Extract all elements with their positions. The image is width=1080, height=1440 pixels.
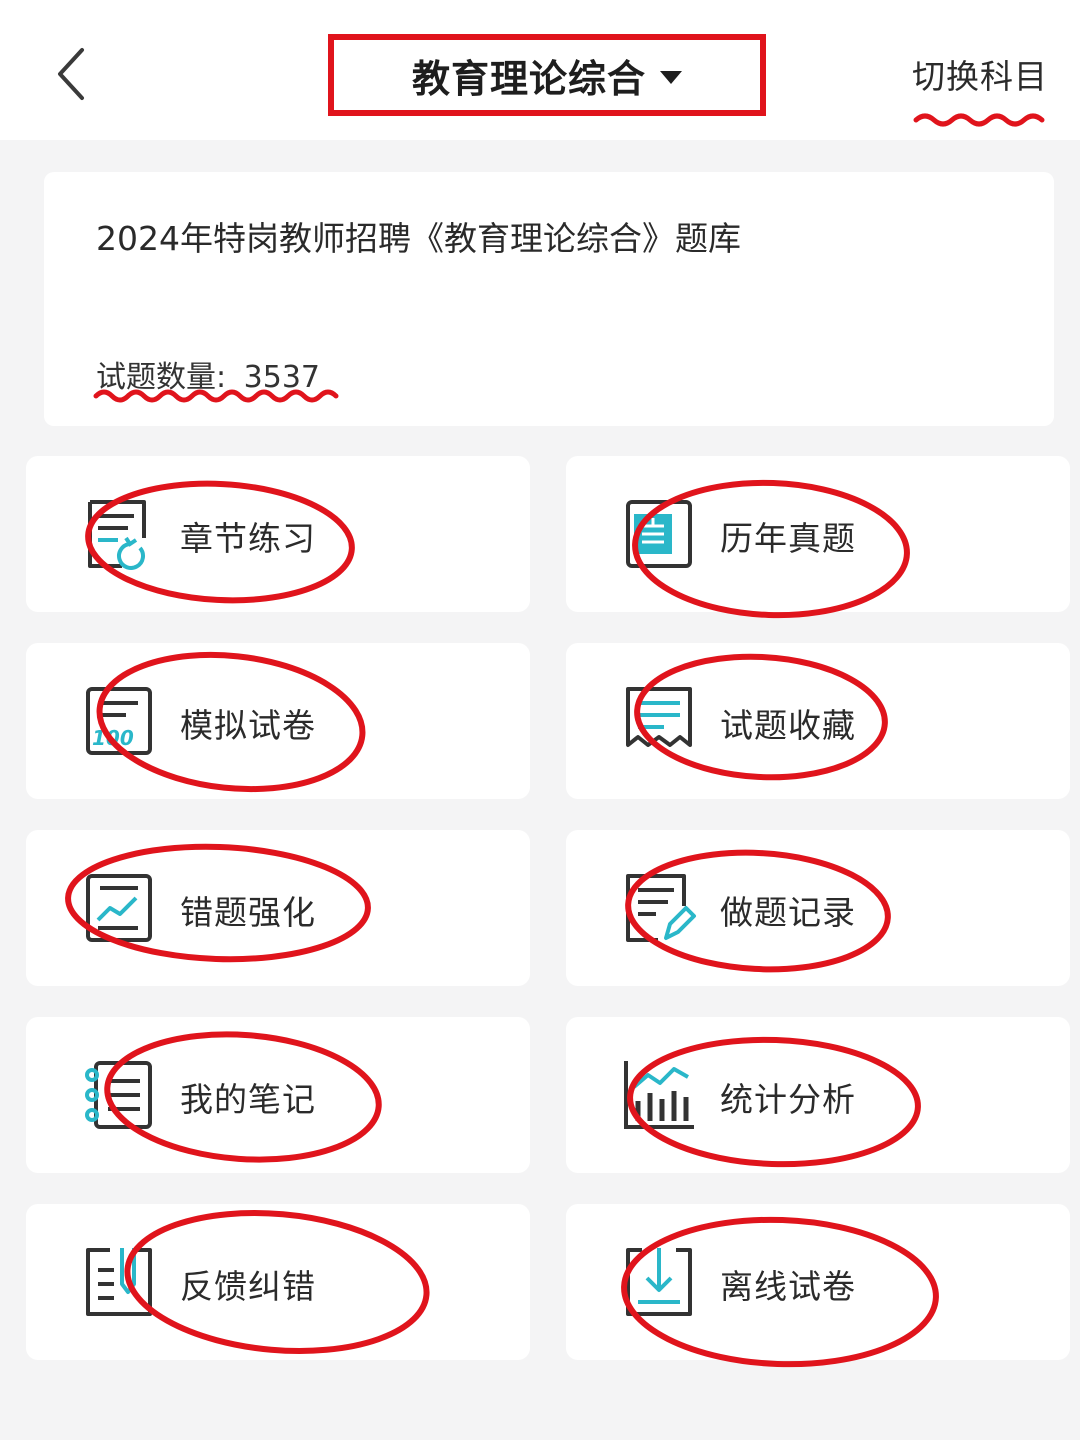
menu-label: 反馈纠错 — [180, 1267, 316, 1306]
notes-icon — [85, 1061, 152, 1129]
menu-label: 历年真题 — [720, 519, 856, 558]
menu-label: 统计分析 — [720, 1080, 856, 1119]
statistics-icon — [624, 1061, 694, 1129]
chevron-left-icon — [58, 48, 84, 100]
feedback-icon — [86, 1248, 152, 1316]
menu-label: 错题强化 — [180, 893, 316, 932]
menu-past-exams[interactable]: 历年真题 — [566, 456, 1070, 619]
menu-label: 试题收藏 — [720, 706, 856, 745]
menu-label: 章节练习 — [180, 519, 316, 558]
wrong-questions-icon — [86, 874, 152, 942]
underline-annotation — [913, 113, 1045, 127]
caret-down-icon — [660, 70, 682, 84]
menu-wrong-questions[interactable]: 错题强化 — [26, 830, 530, 986]
menu-chapter-practice[interactable]: 章节练习 — [26, 456, 530, 612]
menu-offline-exams[interactable]: 离线试卷 — [566, 1204, 1070, 1368]
menu-statistics[interactable]: 统计分析 — [566, 1017, 1070, 1173]
question-count: 试题数量: 3537 — [93, 352, 339, 403]
chapter-practice-icon — [88, 500, 146, 570]
menu-practice-records[interactable]: 做题记录 — [566, 830, 1070, 986]
menu-my-notes[interactable]: 我的笔记 — [26, 1017, 530, 1173]
bank-title: 2024年特岗教师招聘《教育理论综合》题库 — [96, 219, 741, 258]
menu-label: 离线试卷 — [720, 1267, 856, 1306]
switch-subject-button[interactable]: 切换科目 — [912, 50, 1062, 130]
underline-annotation — [93, 389, 339, 403]
back-button[interactable] — [48, 44, 98, 104]
practice-record-icon — [626, 874, 696, 942]
menu-label: 模拟试卷 — [180, 706, 316, 745]
subject-selector[interactable]: 教育理论综合 — [328, 34, 766, 116]
question-bank-card: 2024年特岗教师招聘《教育理论综合》题库 试题数量: 3537 — [44, 172, 1054, 426]
menu-label: 做题记录 — [720, 893, 856, 932]
switch-subject-label: 切换科目 — [912, 57, 1048, 96]
menu-feedback[interactable]: 反馈纠错 — [26, 1204, 530, 1360]
page-title: 教育理论综合 — [411, 56, 646, 101]
menu-label: 我的笔记 — [180, 1080, 316, 1119]
menu-favorites[interactable]: 试题收藏 — [566, 643, 1070, 799]
offline-download-icon — [626, 1248, 692, 1316]
menu-mock-exams[interactable]: 100 模拟试卷 — [26, 643, 530, 799]
top-bar: 教育理论综合 切换科目 — [0, 0, 1080, 140]
favorites-icon — [626, 687, 692, 747]
past-exam-icon — [626, 500, 692, 568]
svg-text:100: 100 — [92, 726, 134, 750]
mock-exam-icon: 100 — [86, 687, 152, 755]
